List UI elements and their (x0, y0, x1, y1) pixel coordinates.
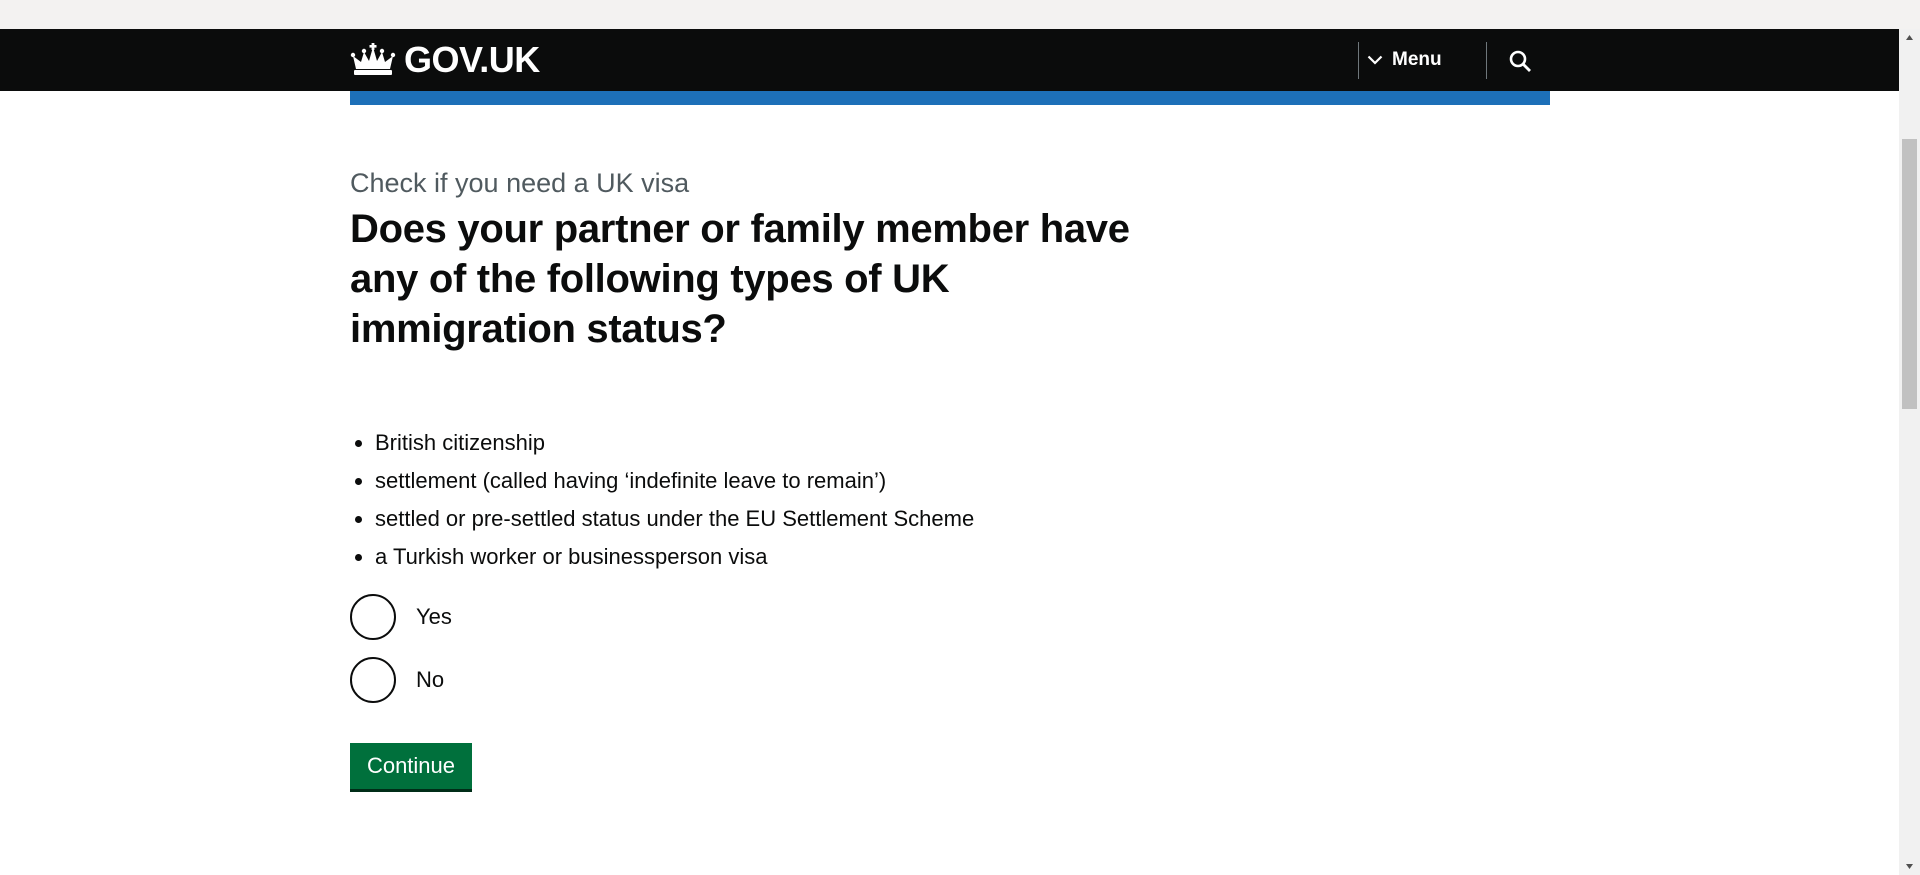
scrollbar-thumb[interactable] (1902, 139, 1917, 409)
radio-option-no[interactable]: No (350, 655, 444, 705)
header-blue-bar (350, 91, 1550, 105)
search-button[interactable] (1500, 43, 1540, 79)
crown-icon (350, 43, 396, 75)
radio-label: No (416, 667, 445, 692)
list-item: settled or pre-settled status under the … (375, 500, 974, 538)
radio-label: Yes (416, 604, 452, 629)
continue-button[interactable]: Continue (350, 743, 472, 792)
govuk-header: GOV.UK Menu (0, 29, 1899, 91)
radio-button[interactable] (350, 657, 396, 703)
radio-option-yes[interactable]: Yes (350, 592, 452, 642)
govuk-logo-link[interactable]: GOV.UK (350, 39, 540, 80)
page-title: Does your partner or family member have … (350, 207, 1130, 351)
browser-top-strip (0, 0, 1920, 29)
menu-button[interactable]: Menu (1367, 41, 1442, 79)
header-divider (1486, 42, 1487, 79)
logo-text: GOV.UK (404, 39, 540, 80)
status-list: British citizenship settlement (called h… (350, 424, 974, 576)
scroll-up-icon[interactable] (1899, 29, 1920, 46)
page-caption: Check if you need a UK visa (350, 168, 690, 198)
search-icon (1509, 50, 1531, 72)
list-item: a Turkish worker or businessperson visa (375, 538, 974, 576)
menu-label: Menu (1392, 49, 1442, 70)
chevron-down-icon (1367, 55, 1383, 65)
header-divider (1358, 42, 1359, 79)
page-scrollbar[interactable] (1899, 29, 1920, 875)
scroll-down-icon[interactable] (1899, 858, 1920, 875)
list-item: British citizenship (375, 424, 974, 462)
list-item: settlement (called having ‘indefinite le… (375, 462, 974, 500)
radio-button[interactable] (350, 594, 396, 640)
